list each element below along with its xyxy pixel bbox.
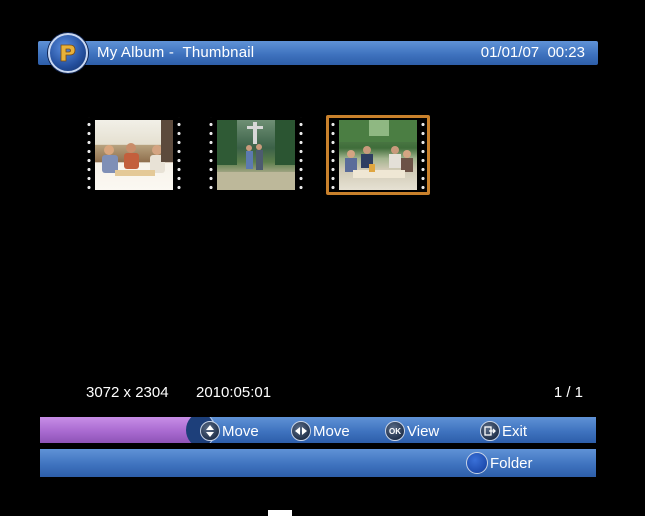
photo-thumbnail — [95, 120, 173, 190]
image-resolution: 3072 x 2304 — [86, 384, 169, 401]
blue-button-icon — [466, 452, 488, 474]
folder-label: Folder — [490, 454, 533, 472]
help-move-leftright-label: Move — [313, 422, 350, 440]
clock-readout: 01/01/07 00:23 — [480, 44, 585, 61]
selection-frame — [326, 115, 430, 195]
image-date: 2010:05:01 — [196, 384, 272, 401]
photo-garden-people — [217, 120, 295, 190]
help-view[interactable]: OK View — [385, 420, 439, 442]
photo-people-at-table — [102, 120, 173, 176]
page-title: My Album - Thumbnail — [97, 44, 255, 61]
help-bar-accent — [40, 417, 195, 443]
thumbnail-2[interactable] — [206, 117, 306, 193]
updown-arrow-icon — [200, 421, 220, 441]
help-move-updown-label: Move — [222, 422, 259, 440]
folder-button[interactable]: Folder — [466, 452, 533, 474]
help-exit[interactable]: Exit — [480, 420, 527, 442]
filmstrip-edge — [84, 117, 94, 193]
filmstrip-edge — [206, 117, 216, 193]
filmstrip-edge — [174, 117, 184, 193]
photo-album-logo-icon — [48, 33, 88, 73]
thumbnail-1[interactable] — [84, 117, 184, 193]
photo-thumbnail — [217, 120, 295, 190]
ok-button-icon: OK — [385, 421, 405, 441]
leftright-arrow-icon — [291, 421, 311, 441]
logo-glyph-icon — [60, 44, 76, 62]
help-move-updown[interactable]: Move — [200, 420, 259, 442]
thumbnail-3-selected[interactable] — [326, 115, 430, 195]
page-counter: 1 / 1 — [553, 384, 583, 401]
screen-edge-marker — [268, 510, 292, 516]
filmstrip-edge — [296, 117, 306, 193]
exit-icon — [480, 421, 500, 441]
help-move-leftright[interactable]: Move — [291, 420, 350, 442]
help-exit-label: Exit — [502, 422, 528, 440]
help-view-label: View — [407, 422, 440, 440]
